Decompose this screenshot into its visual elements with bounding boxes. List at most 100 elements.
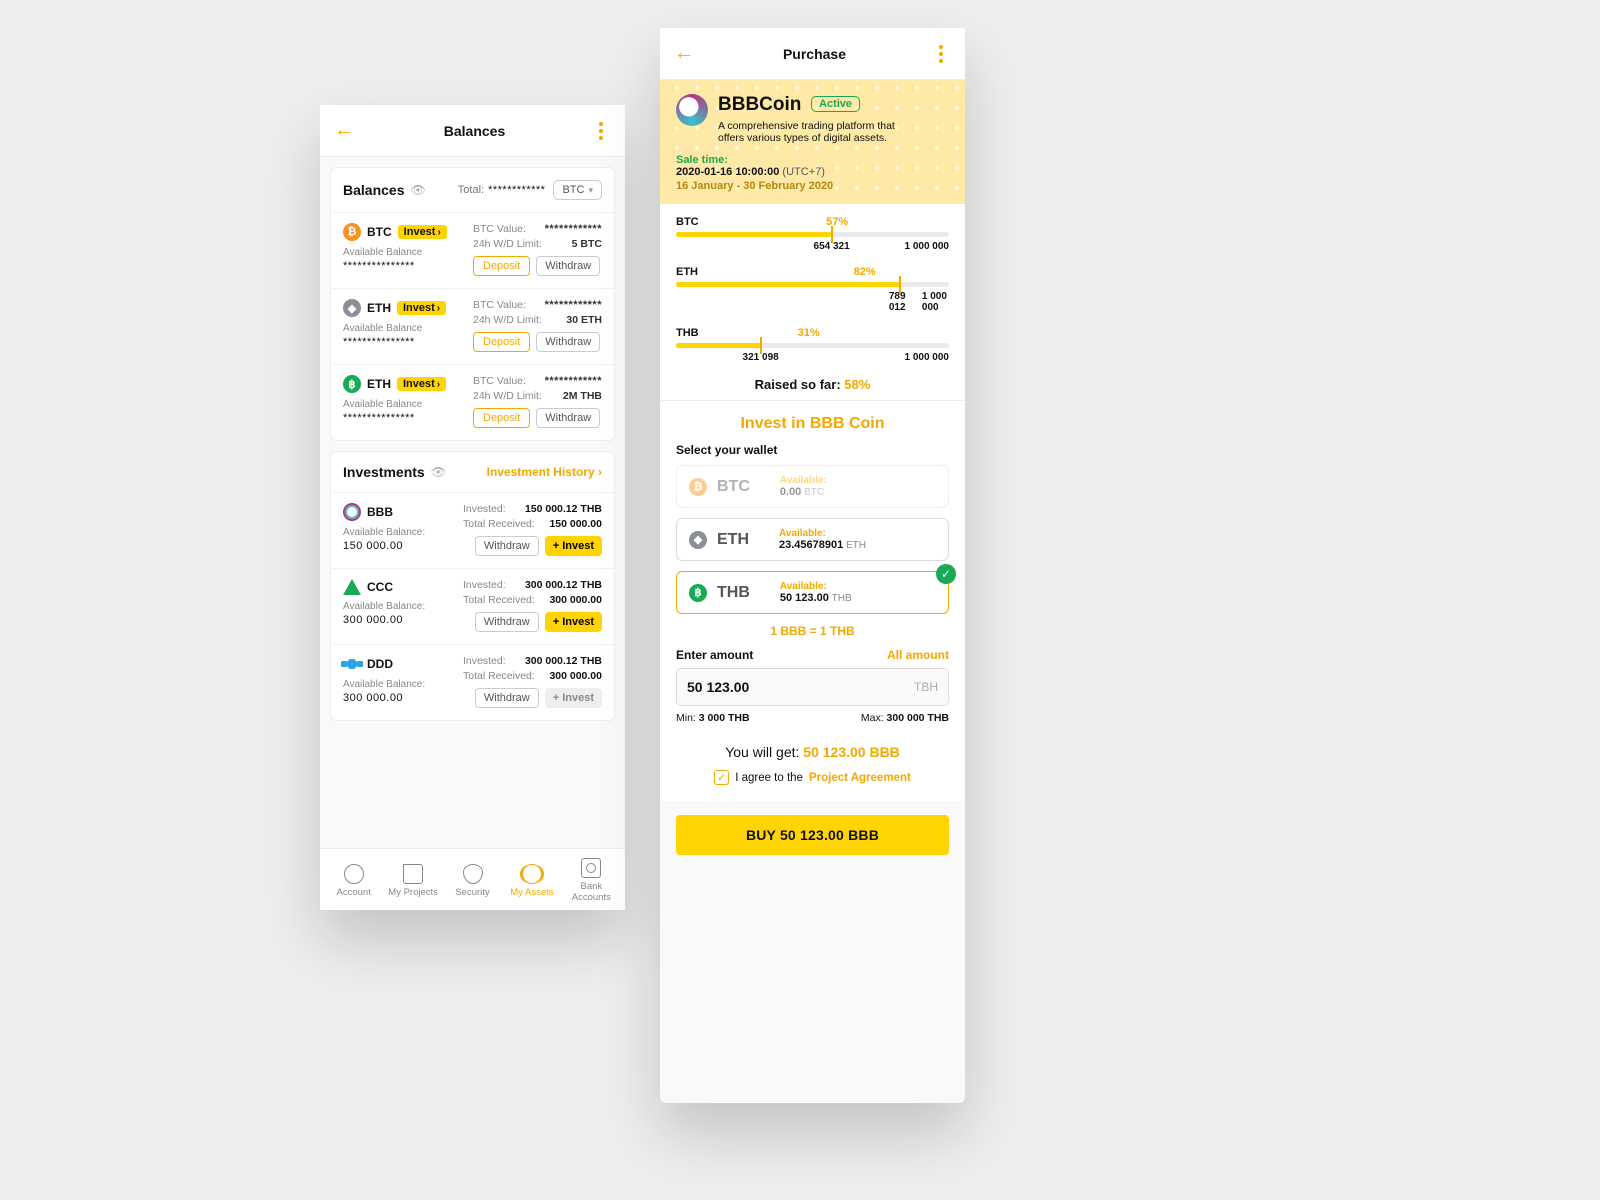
invested-label: Invested: — [463, 655, 506, 667]
btc-coin-icon: ₿ — [689, 478, 707, 496]
invest-section: Invest in BBB Coin Select your wallet ₿ … — [660, 401, 965, 801]
min-value: 3 000 THB — [699, 712, 750, 724]
sale-range: 16 January - 30 February 2020 — [676, 180, 949, 192]
invested-value: 300 000.12 THB — [525, 579, 602, 591]
progress-symbol: BTC — [676, 216, 710, 228]
withdraw-button[interactable]: Withdraw — [475, 612, 539, 632]
you-get-amount: 50 123.00 BBB — [803, 744, 900, 760]
tab-account[interactable]: Account — [324, 864, 383, 898]
progress-row-btc: BTC 57% 654 321 1 000 000 — [676, 216, 949, 252]
invested-value: 300 000.12 THB — [525, 655, 602, 667]
select-wallet-label: Select your wallet — [676, 443, 949, 457]
wallet-available-label: Available: — [780, 581, 852, 592]
received-label: Total Received: — [463, 594, 535, 606]
progress-percent: 31% — [798, 327, 820, 339]
project-agreement-link[interactable]: Project Agreement — [809, 772, 911, 784]
tab-my assets[interactable]: My Assets — [502, 864, 561, 898]
progress-fill — [676, 232, 832, 237]
chevron-right-icon: › — [437, 227, 440, 238]
progress-max: 1 000 000 — [922, 291, 949, 313]
invest-button[interactable]: + Invest — [545, 612, 602, 632]
tab-icon — [522, 864, 542, 884]
progress-row-eth: ETH 82% 789 012 1 000 000 — [676, 266, 949, 313]
visibility-icon[interactable]: 👁 — [431, 465, 446, 479]
check-icon: ✓ — [936, 564, 956, 584]
investment-row-ccc: CCC Available Balance: 300 000.00 Invest… — [331, 569, 614, 645]
exchange-rate: 1 BBB = 1 THB — [676, 624, 949, 638]
visibility-icon[interactable]: 👁 — [410, 183, 425, 197]
chevron-right-icon: › — [437, 303, 440, 314]
withdraw-button[interactable]: Withdraw — [536, 256, 600, 276]
tab-icon — [463, 864, 483, 884]
raised-summary: Raised so far: 58% — [676, 377, 949, 392]
amount-input[interactable]: 50 123.00 TBH — [676, 668, 949, 706]
invest-chip[interactable]: Invest › — [397, 377, 446, 391]
withdraw-button[interactable]: Withdraw — [536, 408, 600, 428]
progress-bar — [676, 232, 949, 237]
balances-card-header: Balances 👁 Total: ************ BTC ▾ — [331, 168, 614, 213]
chevron-right-icon: › — [598, 465, 602, 479]
wd-limit-label: 24h W/D Limit: — [473, 238, 542, 250]
agree-row: ✓ I agree to the Project Agreement — [676, 770, 949, 785]
investments-card: Investments 👁 Investment History › BBB A… — [330, 451, 615, 721]
asset-symbol: BTC — [367, 225, 392, 239]
available-balance-label: Available Balance — [343, 247, 473, 258]
buy-button[interactable]: BUY 50 123.00 BBB — [676, 815, 949, 855]
btc-value-label: BTC Value: — [473, 223, 526, 235]
eth-coin-icon: ◆ — [689, 531, 707, 549]
withdraw-button[interactable]: Withdraw — [536, 332, 600, 352]
deposit-button[interactable]: Deposit — [473, 256, 530, 276]
progress-max: 1 000 000 — [905, 241, 950, 252]
investment-history-link[interactable]: Investment History › — [487, 465, 602, 479]
back-arrow-icon[interactable]: ← — [334, 119, 358, 142]
wallet-option-btc[interactable]: ₿ BTC Available: 0.00 BTC — [676, 465, 949, 508]
available-balance-value: *************** — [343, 260, 473, 272]
wallet-option-eth[interactable]: ◆ ETH Available: 23.45678901 ETH — [676, 518, 949, 561]
tab-bank accounts[interactable]: Bank Accounts — [562, 858, 621, 903]
available-balance-value: 300 000.00 — [343, 692, 463, 704]
balances-card: Balances 👁 Total: ************ BTC ▾ ₿ B… — [330, 167, 615, 441]
received-label: Total Received: — [463, 518, 535, 530]
wd-limit-label: 24h W/D Limit: — [473, 390, 542, 402]
progress-percent: 57% — [826, 216, 848, 228]
available-balance-label: Available Balance — [343, 323, 473, 334]
tab-label: Bank Accounts — [562, 881, 621, 903]
all-amount-link[interactable]: All amount — [887, 648, 949, 662]
more-menu-icon[interactable] — [931, 45, 951, 63]
back-arrow-icon[interactable]: ← — [674, 42, 698, 65]
invest-chip[interactable]: Invest › — [397, 301, 446, 315]
ccc-coin-icon — [343, 579, 361, 595]
received-value: 300 000.00 — [549, 594, 602, 606]
ddd-coin-icon — [343, 655, 361, 673]
chevron-down-icon: ▾ — [588, 185, 593, 196]
tab-security[interactable]: Security — [443, 864, 502, 898]
more-menu-icon[interactable] — [591, 122, 611, 140]
total-unit-dropdown[interactable]: BTC ▾ — [553, 180, 602, 200]
withdraw-button[interactable]: Withdraw — [475, 688, 539, 708]
invest-button[interactable]: + Invest — [545, 536, 602, 556]
btc-value-label: BTC Value: — [473, 375, 526, 387]
wallet-available-value: 0.00 — [780, 486, 801, 498]
withdraw-button[interactable]: Withdraw — [475, 536, 539, 556]
tab-icon — [581, 858, 601, 878]
amount-unit: TBH — [914, 680, 938, 694]
wallet-option-thb[interactable]: ฿ THB Available: 50 123.00 THB ✓ — [676, 571, 949, 614]
investment-row-bbb: BBB Available Balance: 150 000.00 Invest… — [331, 493, 614, 569]
wd-limit-value: 5 BTC — [572, 238, 602, 250]
progress-percent: 82% — [854, 266, 876, 278]
tab-my projects[interactable]: My Projects — [383, 864, 442, 898]
available-balance-value: 300 000.00 — [343, 614, 463, 626]
amount-row: Enter amount All amount — [676, 648, 949, 662]
topbar: ← Balances — [320, 105, 625, 157]
available-balance-label: Available Balance — [343, 399, 473, 410]
wd-limit-value: 30 ETH — [566, 314, 602, 326]
deposit-button[interactable]: Deposit — [473, 332, 530, 352]
deposit-button[interactable]: Deposit — [473, 408, 530, 428]
available-balance-value: *************** — [343, 412, 473, 424]
amount-value: 50 123.00 — [687, 679, 914, 695]
agree-checkbox[interactable]: ✓ — [714, 770, 729, 785]
invest-chip[interactable]: Invest › — [398, 225, 447, 239]
balance-row-eth: ฿ ETH Invest › Available Balance *******… — [331, 365, 614, 440]
purchase-screen: ← Purchase BBBCoin Active A comprehensiv… — [660, 28, 965, 1103]
enter-amount-label: Enter amount — [676, 648, 753, 662]
